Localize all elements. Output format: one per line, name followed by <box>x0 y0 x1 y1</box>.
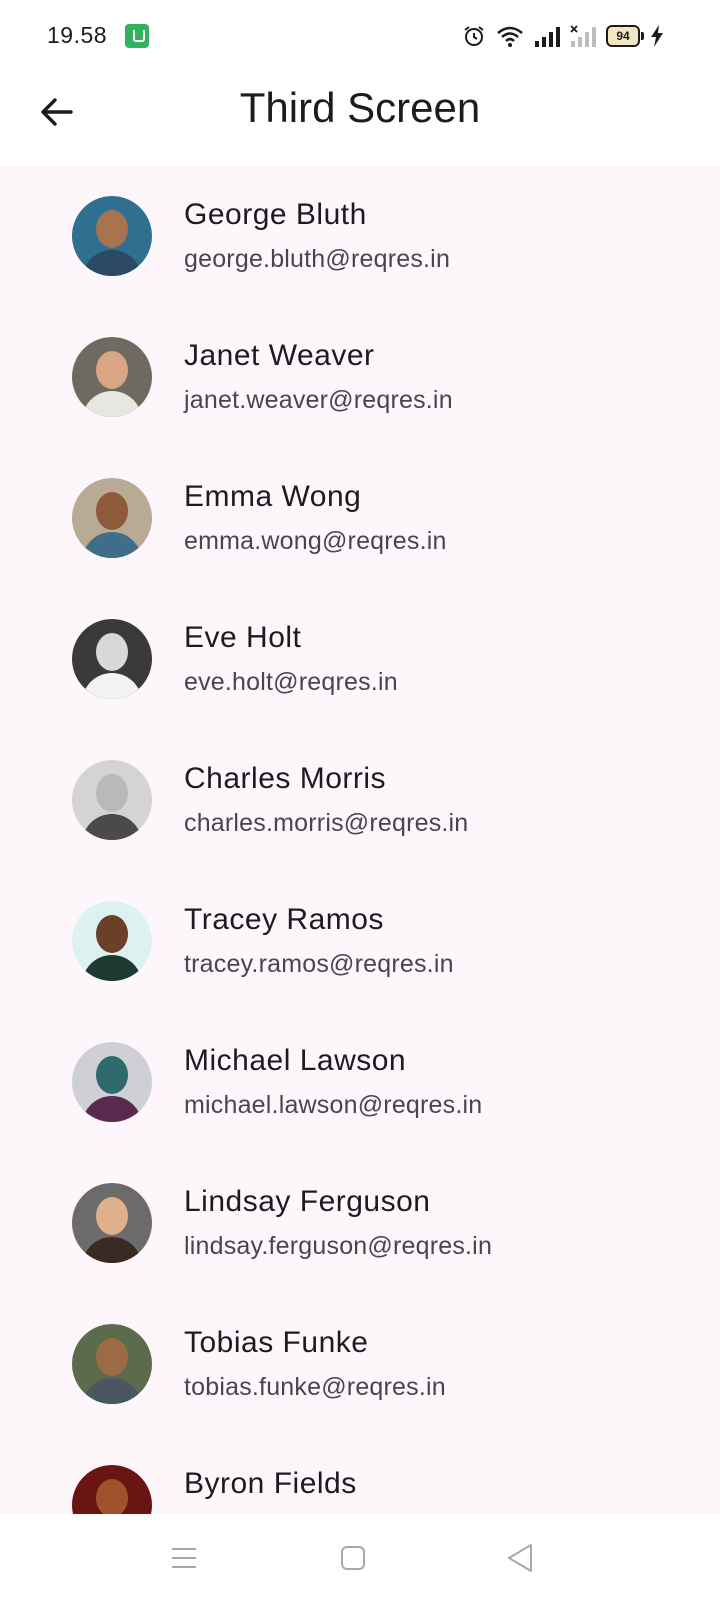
status-bar: 19.58 94 <box>0 0 720 70</box>
user-name: Emma Wong <box>184 480 362 513</box>
list-item[interactable]: George Bluth george.bluth@reqres.in <box>0 196 720 340</box>
avatar <box>72 619 152 699</box>
alarm-icon <box>464 26 484 46</box>
notification-app-icon <box>125 24 149 48</box>
user-name: Michael Lawson <box>184 1044 407 1077</box>
signal-icon <box>535 27 560 47</box>
user-email: michael.lawson@reqres.in <box>184 1091 483 1119</box>
wifi-icon <box>497 26 523 47</box>
user-name: Eve Holt <box>184 621 302 654</box>
user-name: George Bluth <box>184 198 367 231</box>
list-item[interactable]: Byron Fieldsbyron.fields@reqres.in <box>0 1465 720 1514</box>
user-email: lindsay.ferguson@reqres.in <box>184 1232 493 1260</box>
signal-no-service-icon <box>570 25 596 47</box>
list-item[interactable]: Tracey Ramos tracey.ramos@reqres.in <box>0 901 720 1045</box>
user-name: Lindsay Ferguson <box>184 1185 431 1218</box>
app-bar: Third Screen <box>0 70 720 166</box>
user-name: Byron Fields <box>184 1467 357 1500</box>
user-name: Tracey Ramos <box>184 903 384 936</box>
back-triangle-icon <box>508 1544 532 1572</box>
user-email: george.bluth@reqres.in <box>184 245 451 273</box>
user-list[interactable]: George Bluth george.bluth@reqres.in Janet … <box>0 166 720 1514</box>
avatar <box>72 1042 152 1122</box>
page-title: Third Screen <box>239 84 481 131</box>
avatar <box>72 478 152 558</box>
system-nav-bar <box>0 1514 720 1600</box>
avatar <box>72 337 152 417</box>
list-item[interactable]: Lindsay Ferguson lindsay.ferguson@reqres.… <box>0 1183 720 1327</box>
status-icons: 94 <box>462 22 664 50</box>
avatar <box>72 196 152 276</box>
user-email: janet.weaver@reqres.in <box>184 386 453 414</box>
list-item[interactable]: Emma Wong emma.wong@reqres.in <box>0 478 720 622</box>
recent-apps-button[interactable] <box>162 1536 206 1580</box>
battery-icon: 94 <box>606 25 644 47</box>
home-button[interactable] <box>331 1536 375 1580</box>
system-back-button[interactable] <box>498 1536 542 1580</box>
avatar <box>72 1324 152 1404</box>
list-item[interactable]: Tobias Funke tobias.funke@reqres.in <box>0 1324 720 1468</box>
user-name: Janet Weaver <box>184 339 375 372</box>
status-time: 19.58 <box>47 22 108 48</box>
avatar <box>72 760 152 840</box>
user-email: eve.holt@reqres.in <box>184 668 398 696</box>
user-email: tobias.funke@reqres.in <box>184 1373 446 1401</box>
list-item[interactable]: Michael Lawson michael.lawson@reqres.in <box>0 1042 720 1186</box>
avatar <box>72 901 152 981</box>
avatar <box>72 1183 152 1263</box>
list-item[interactable]: Janet Weaver janet.weaver@reqres.in <box>0 337 720 481</box>
user-email: tracey.ramos@reqres.in <box>184 950 454 978</box>
charging-bolt-icon <box>651 25 663 47</box>
user-email: charles.morris@reqres.in <box>184 809 469 837</box>
user-name: Charles Morris <box>184 762 387 795</box>
avatar <box>72 1465 152 1514</box>
user-name: Tobias Funke <box>184 1326 369 1359</box>
list-item[interactable]: Charles Morris charles.morris@reqres.in <box>0 760 720 904</box>
menu-icon <box>172 1548 196 1568</box>
list-item[interactable]: Eve Holt eve.holt@reqres.in <box>0 619 720 763</box>
user-email: emma.wong@reqres.in <box>184 527 447 555</box>
home-icon <box>341 1546 365 1570</box>
